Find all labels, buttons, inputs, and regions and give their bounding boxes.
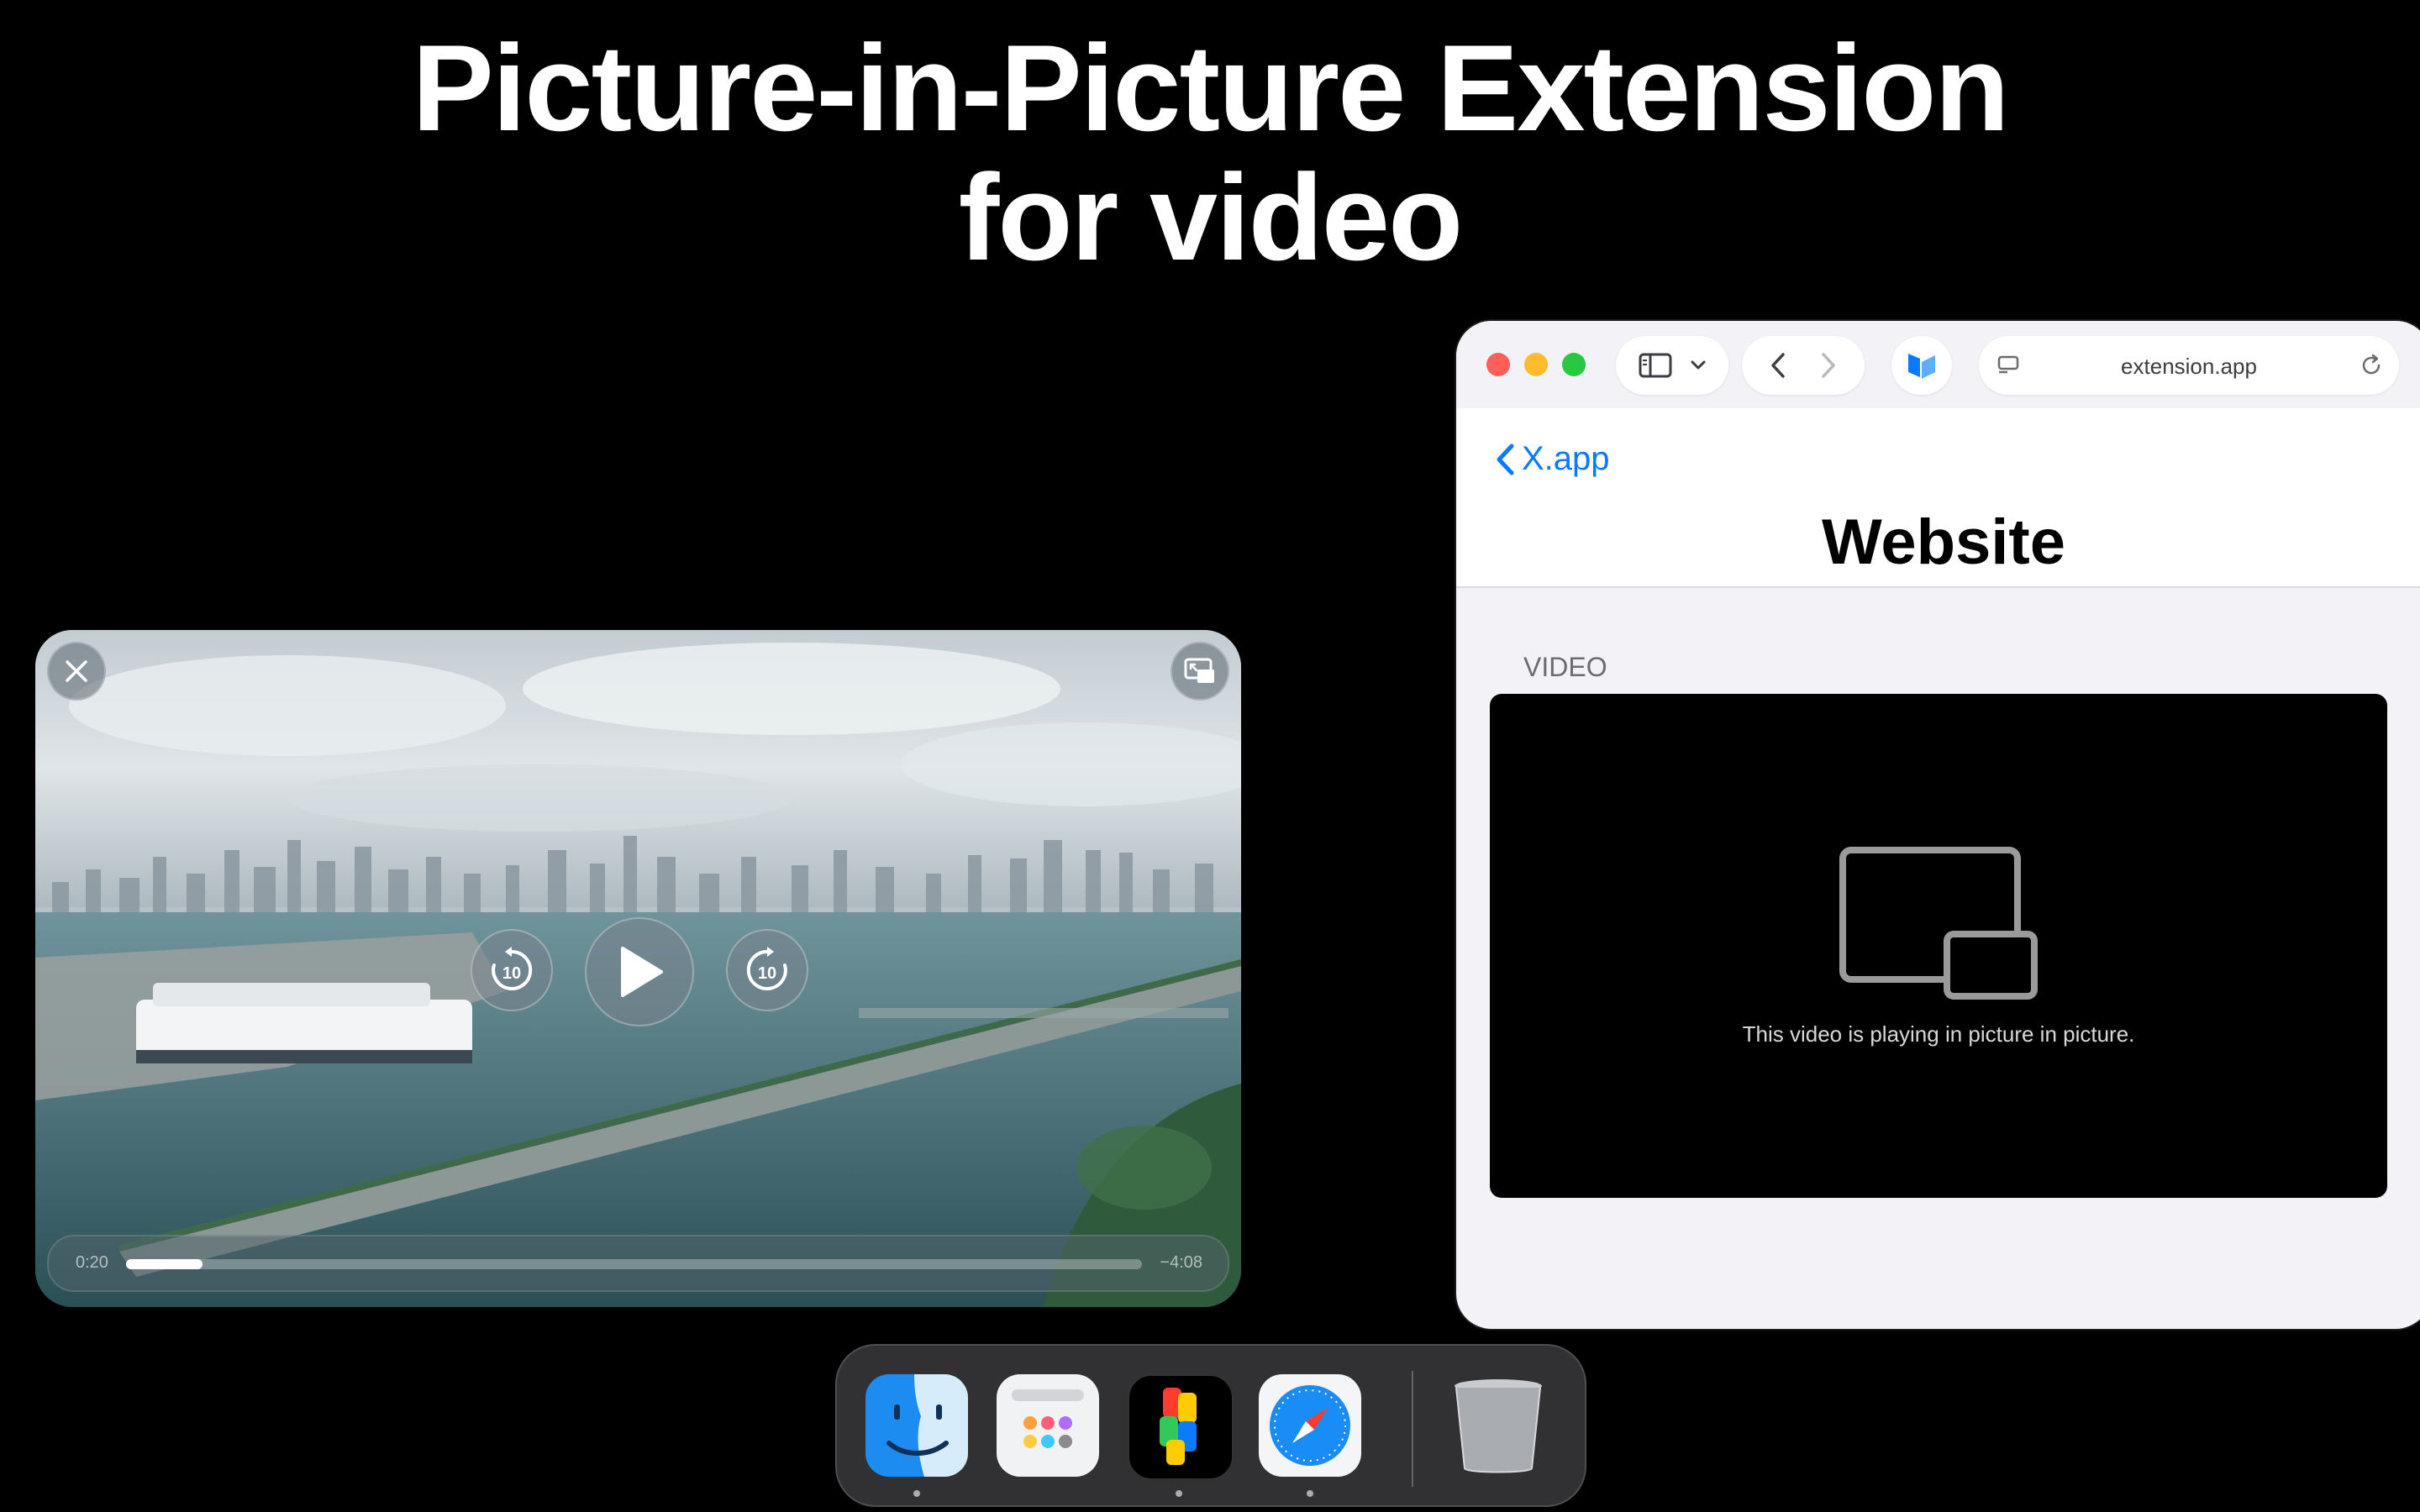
skip-back-label: 10 <box>502 964 521 983</box>
reload-icon[interactable] <box>2359 353 2384 378</box>
extension-app-running-indicator <box>1176 1490 1182 1497</box>
headline-line-2: for video <box>958 149 1464 286</box>
extension-app-icon <box>1160 1388 1197 1465</box>
sidebar-icon <box>1639 353 1672 378</box>
browser-toolbar: extension.app <box>1456 321 2420 408</box>
elapsed-time: 0:20 <box>76 1253 108 1272</box>
navigation-buttons <box>1742 336 1865 395</box>
page-title: Website <box>1821 507 2065 578</box>
close-window-button[interactable] <box>1486 353 1510 376</box>
back-link[interactable]: X.app <box>1495 440 1610 478</box>
finder-running-indicator <box>913 1490 920 1497</box>
headline: Picture-in-Picture Extension for video <box>0 24 2420 282</box>
chevron-left-icon <box>1497 444 1514 475</box>
zoom-window-button[interactable] <box>1562 353 1586 376</box>
skip-forward-label: 10 <box>758 964 776 983</box>
sidebar-toggle-button[interactable] <box>1616 336 1728 395</box>
close-icon <box>66 660 87 682</box>
skip-back-10-icon: 10 <box>492 947 533 990</box>
dock <box>835 1344 1586 1507</box>
safari-icon <box>1270 1385 1350 1466</box>
forward-arrow-icon[interactable] <box>1820 352 1837 379</box>
pip-restore-button[interactable] <box>1171 642 1229 701</box>
playback-scrubber[interactable]: 0:20 −4:08 <box>47 1235 1229 1292</box>
trash-dock-icon[interactable] <box>1447 1374 1549 1477</box>
pip-close-button[interactable] <box>47 642 106 701</box>
address-bar[interactable]: extension.app <box>1979 336 2399 395</box>
extension-button[interactable] <box>1891 336 1952 395</box>
chevron-down-icon <box>1691 360 1706 370</box>
safari-window[interactable]: extension.app X.app Website VIDEO This v… <box>1456 321 2420 1329</box>
play-button[interactable] <box>585 917 694 1026</box>
remaining-time: −4:08 <box>1160 1253 1202 1272</box>
dock-separator <box>1412 1371 1413 1487</box>
launchpad-icon <box>1012 1389 1084 1448</box>
back-arrow-icon[interactable] <box>1770 352 1786 379</box>
skip-back-button[interactable]: 10 <box>471 929 553 1011</box>
page-header: X.app Website <box>1456 408 2420 588</box>
progress-fill <box>126 1259 203 1269</box>
minimize-window-button[interactable] <box>1524 353 1548 376</box>
url-text: extension.app <box>2121 354 2257 379</box>
back-link-label: X.app <box>1522 440 1610 477</box>
video-placeholder[interactable]: This video is playing in picture in pict… <box>1490 694 2387 1198</box>
progress-track[interactable] <box>126 1259 1142 1269</box>
safari-dock-icon[interactable] <box>1259 1374 1361 1477</box>
launchpad-dock-icon[interactable] <box>997 1374 1099 1477</box>
skip-forward-10-icon: 10 <box>746 947 787 990</box>
extension-app-dock-icon[interactable] <box>1128 1374 1234 1480</box>
skip-forward-button[interactable]: 10 <box>726 929 808 1011</box>
finder-dock-icon[interactable] <box>865 1374 968 1477</box>
pip-video-window[interactable]: 10 10 0:20 −4:08 <box>35 630 1241 1307</box>
pip-status-message: This video is playing in picture in pict… <box>1742 1021 2135 1047</box>
safari-running-indicator <box>1307 1490 1313 1497</box>
section-label: VIDEO <box>1523 652 1607 682</box>
pip-restore-icon <box>1184 658 1214 683</box>
play-icon <box>621 947 663 997</box>
picture-in-picture-icon <box>1839 847 2038 1000</box>
finder-icon <box>865 1374 968 1477</box>
headline-line-1: Picture-in-Picture Extension <box>412 19 2009 156</box>
pip-extension-icon <box>1908 354 1935 379</box>
trash-icon <box>1455 1379 1542 1473</box>
